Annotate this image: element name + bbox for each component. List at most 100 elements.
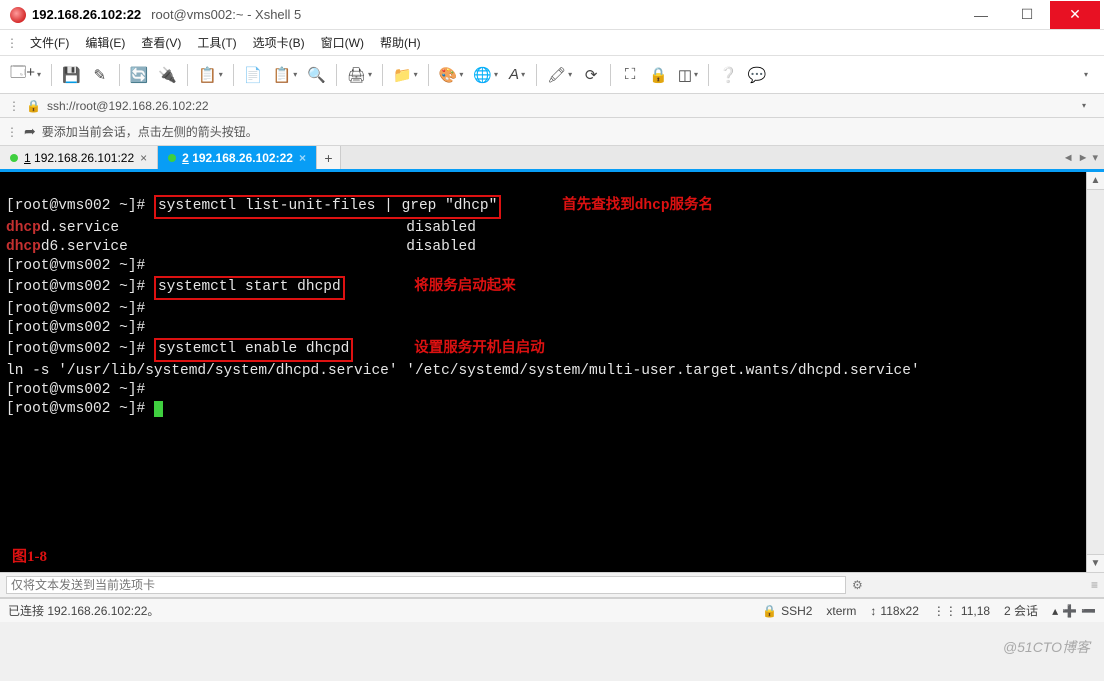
menu-tools[interactable]: 工具(T) xyxy=(189,30,244,55)
terminal-area[interactable]: [root@vms002 ~]# systemctl list-unit-fil… xyxy=(0,172,1104,572)
window-title: 192.168.26.102:22 xyxy=(32,7,141,22)
send-settings-icon[interactable]: ⚙ xyxy=(852,578,863,592)
copy-button[interactable]: 📄 xyxy=(240,61,267,89)
ftp-button[interactable]: 📁▾ xyxy=(389,61,422,89)
print-button[interactable]: 🖨▾ xyxy=(343,61,376,89)
toolbar-separator xyxy=(708,64,709,86)
status-dot-icon xyxy=(10,154,18,162)
tab-prev-icon[interactable]: ◄ xyxy=(1063,152,1074,164)
color-scheme-button[interactable]: 🎨▾ xyxy=(435,61,468,89)
cursor xyxy=(154,401,163,417)
highlight-button[interactable]: 🖍▾ xyxy=(543,61,576,89)
menu-view[interactable]: 查看(V) xyxy=(133,30,189,55)
chat-button[interactable]: 💬 xyxy=(744,61,771,89)
hint-bar: ⋮ ➦ 要添加当前会话，点击左侧的箭头按钮。 xyxy=(0,118,1104,146)
session-tab-1[interactable]: 1 192.168.26.101:22 × xyxy=(0,146,158,169)
status-up-icon[interactable]: ▴ xyxy=(1052,604,1058,618)
save-session-button[interactable]: 💾 xyxy=(58,61,85,89)
addressbar-grip-icon: ⋮ xyxy=(8,99,20,113)
lock-icon: 🔒 xyxy=(26,99,41,113)
pos-icon: ⋮⋮ xyxy=(933,604,957,618)
menu-tabs[interactable]: 选项卡(B) xyxy=(245,30,313,55)
terminal-scrollbar[interactable]: ▲ ▼ xyxy=(1086,172,1104,572)
menubar-grip-icon: ⋮ xyxy=(6,36,18,50)
address-text[interactable]: ssh://root@192.168.26.102:22 xyxy=(47,99,209,113)
session-tab-2[interactable]: 2 192.168.26.102:22 × xyxy=(158,146,317,169)
annotation-3: 设置服务开机自启动 xyxy=(414,341,545,357)
minimize-button[interactable]: — xyxy=(958,1,1004,29)
scroll-down-icon[interactable]: ▼ xyxy=(1087,554,1104,572)
edit-button[interactable]: ✎ xyxy=(87,61,113,89)
window-controls: — ☐ ✕ xyxy=(958,1,1100,29)
toolbar-separator xyxy=(382,64,383,86)
toolbar-separator xyxy=(336,64,337,86)
status-remove-icon[interactable]: ➖ xyxy=(1081,604,1096,618)
ln-output: ln -s '/usr/lib/systemd/system/dhcpd.ser… xyxy=(6,363,920,379)
status-dot-icon xyxy=(168,154,176,162)
status-pos: 11,18 xyxy=(961,604,990,618)
lock-button[interactable]: 🔒 xyxy=(645,61,672,89)
tab-close-icon[interactable]: × xyxy=(140,151,147,165)
sendbar-handle-icon[interactable]: ≡ xyxy=(1091,578,1098,592)
properties-button[interactable]: 📋▾ xyxy=(194,61,227,89)
toolbar-separator xyxy=(119,64,120,86)
find-button[interactable]: 🔍 xyxy=(303,61,330,89)
status-ssh: SSH2 xyxy=(781,604,812,618)
paste-button[interactable]: 📋▾ xyxy=(269,61,302,89)
app-icon xyxy=(10,7,26,23)
disconnect-button[interactable]: 🔌 xyxy=(154,61,181,89)
prompt: [root@vms002 ~]# xyxy=(6,279,145,295)
toolbar-separator xyxy=(428,64,429,86)
svc-state: disabled xyxy=(406,220,476,236)
svc-state: disabled xyxy=(406,239,476,255)
toolbar-separator xyxy=(233,64,234,86)
hint-text: 要添加当前会话，点击左侧的箭头按钮。 xyxy=(42,123,258,140)
svc-dhcp: dhcp xyxy=(6,220,41,236)
terminal-output[interactable]: [root@vms002 ~]# systemctl list-unit-fil… xyxy=(0,172,1104,423)
toolbar: 🗔+▾ 💾 ✎ 🔄 🔌 📋▾ 📄 📋▾ 🔍 🖨▾ 📁▾ 🎨▾ 🌐▾ A▾ 🖍▾ … xyxy=(0,56,1104,94)
prompt: [root@vms002 ~]# xyxy=(6,401,145,417)
tab-label: 192.168.26.101:22 xyxy=(34,151,134,165)
command-2: systemctl start dhcpd xyxy=(154,276,345,300)
reconnect-button[interactable]: 🔄 xyxy=(126,61,153,89)
status-sessions: 2 会话 xyxy=(1004,602,1038,619)
menu-edit[interactable]: 编辑(E) xyxy=(77,30,133,55)
tab-number: 1 xyxy=(24,151,31,165)
toolbar-separator xyxy=(610,64,611,86)
svc-dhcp6: dhcp xyxy=(6,239,41,255)
lock-icon: 🔒 xyxy=(762,604,777,618)
prompt: [root@vms002 ~]# xyxy=(6,198,145,214)
fullscreen-button[interactable]: ⛶ xyxy=(617,61,643,89)
status-term: xterm xyxy=(826,604,856,618)
watermark: @51CTO博客 xyxy=(1003,637,1090,657)
send-input[interactable] xyxy=(6,576,846,594)
prompt: [root@vms002 ~]# xyxy=(6,301,145,317)
menu-help[interactable]: 帮助(H) xyxy=(372,30,429,55)
add-session-icon[interactable]: ➦ xyxy=(24,123,36,140)
close-button[interactable]: ✕ xyxy=(1050,1,1100,29)
addressbar-overflow-button[interactable]: ▾ xyxy=(1070,96,1096,116)
tab-next-icon[interactable]: ► xyxy=(1078,152,1089,164)
web-button[interactable]: 🌐▾ xyxy=(469,61,502,89)
menu-window[interactable]: 窗口(W) xyxy=(313,30,372,55)
status-left: 已连接 192.168.26.102:22。 xyxy=(8,602,159,619)
help-button[interactable]: ❔ xyxy=(715,61,742,89)
maximize-button[interactable]: ☐ xyxy=(1004,1,1050,29)
send-bar: ⚙ ≡ xyxy=(0,572,1104,598)
font-button[interactable]: A▾ xyxy=(504,61,530,89)
refresh-button[interactable]: ⟳ xyxy=(578,61,604,89)
menu-file[interactable]: 文件(F) xyxy=(22,30,77,55)
command-3: systemctl enable dhcpd xyxy=(154,338,353,362)
tab-strip: 1 192.168.26.101:22 × 2 192.168.26.102:2… xyxy=(0,146,1104,172)
tab-dropdown-icon[interactable]: ▾ xyxy=(1092,151,1098,164)
command-1: systemctl list-unit-files | grep "dhcp" xyxy=(154,195,501,219)
new-tab-button[interactable]: + xyxy=(317,146,341,169)
scroll-up-icon[interactable]: ▲ xyxy=(1087,172,1104,190)
status-add-icon[interactable]: ➕ xyxy=(1062,604,1077,618)
toggle-sidebar-button[interactable]: ◫▾ xyxy=(674,61,702,89)
toolbar-overflow-button[interactable]: ▾ xyxy=(1072,61,1098,89)
tab-label: 192.168.26.102:22 xyxy=(192,151,293,165)
tab-close-icon[interactable]: × xyxy=(299,151,306,165)
new-session-button[interactable]: 🗔+▾ xyxy=(6,61,45,89)
hintbar-grip-icon: ⋮ xyxy=(6,125,18,139)
